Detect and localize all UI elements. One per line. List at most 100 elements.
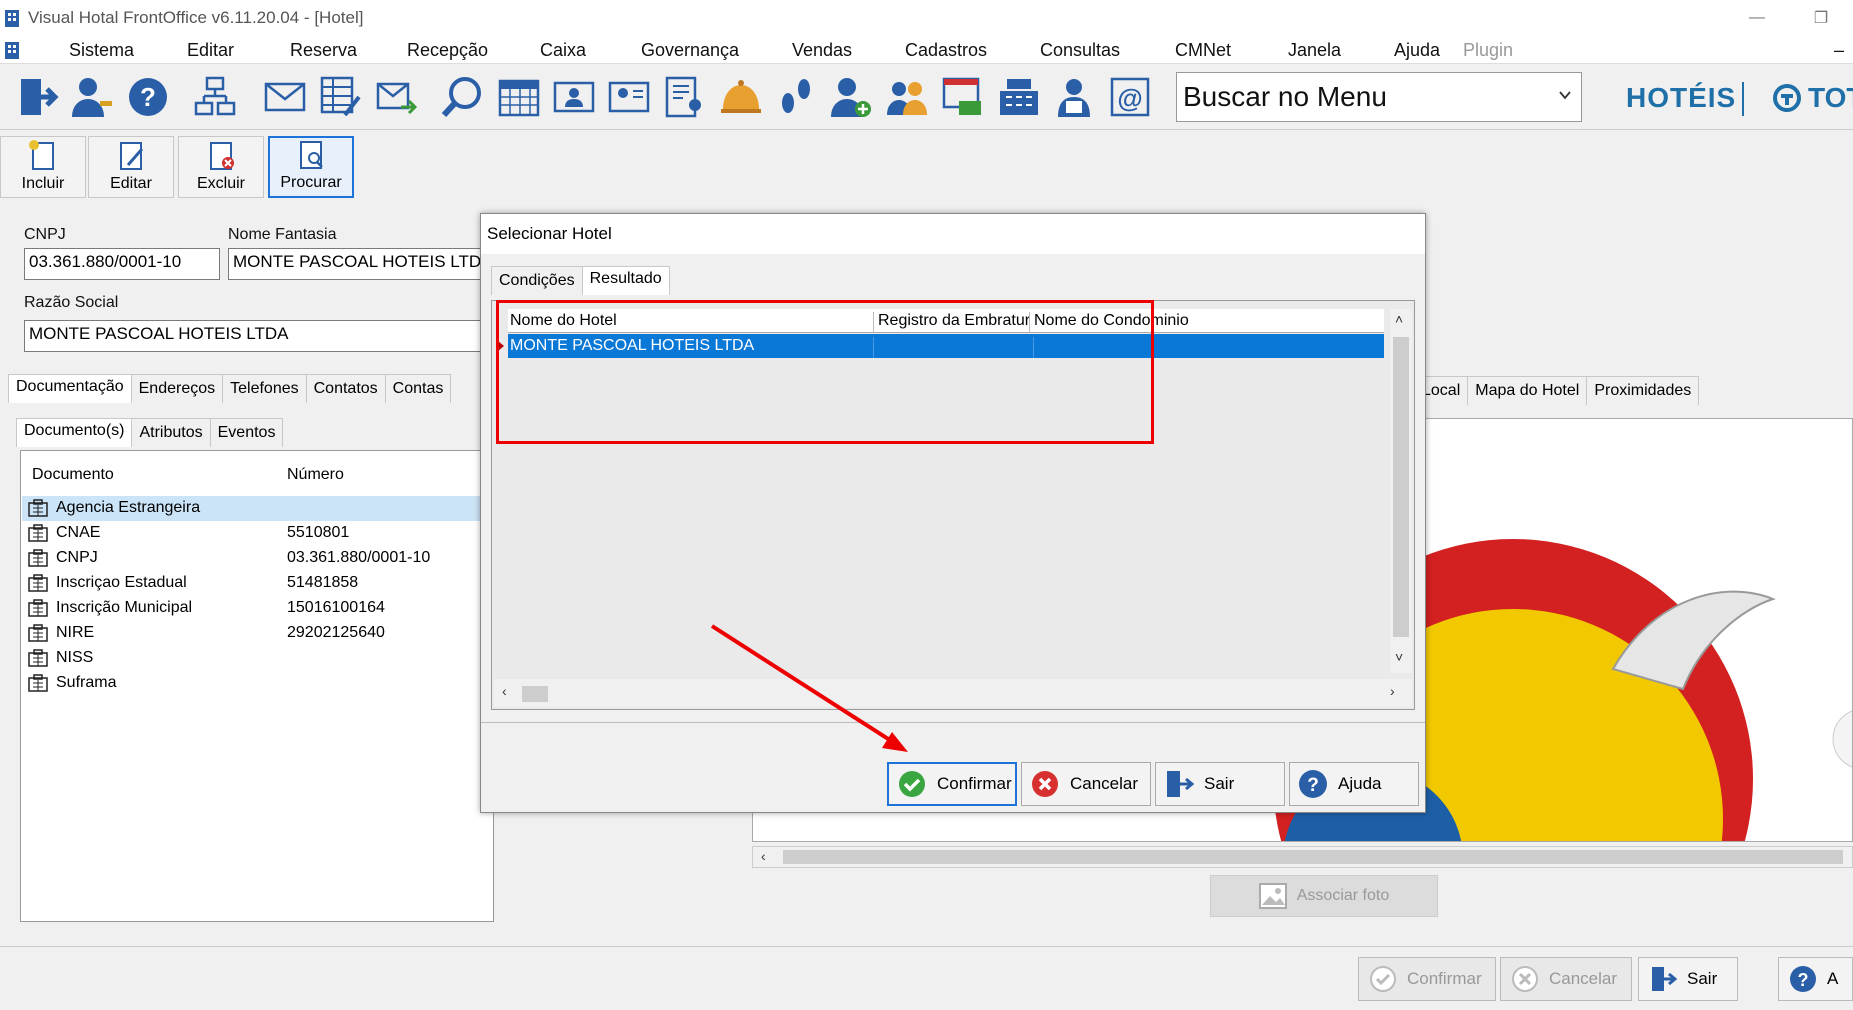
menu-reserva[interactable]: Reserva (290, 40, 357, 61)
nome-fantasia-field[interactable]: MONTE PASCOAL HOTEIS LTDA (228, 248, 482, 280)
edit-grid-tool-button[interactable] (316, 70, 366, 124)
dialog-cancelar-button[interactable]: Cancelar (1021, 762, 1151, 806)
photo-horizontal-scrollbar[interactable]: ‹ (752, 846, 1853, 868)
cash-register-tool-button[interactable] (994, 70, 1044, 124)
dialog-confirmar-button[interactable]: Confirmar (887, 762, 1017, 806)
menu-editar[interactable]: Editar (187, 40, 234, 61)
table-row[interactable]: CNPJ 03.361.880/0001-10 (22, 546, 496, 571)
scroll-thumb[interactable] (522, 686, 548, 702)
tab-enderecos[interactable]: Endereços (130, 374, 224, 403)
cancelar-button[interactable]: Cancelar (1500, 957, 1632, 1001)
cnpj-field[interactable]: 03.361.880/0001-10 (24, 248, 220, 280)
tab-eventos[interactable]: Eventos (209, 418, 284, 447)
sair-button[interactable]: Sair (1638, 957, 1738, 1001)
menu-governanca[interactable]: Governança (641, 40, 739, 61)
grid-horizontal-scrollbar[interactable]: ‹ › (494, 679, 1412, 707)
procurar-button[interactable]: Procurar (268, 136, 354, 198)
structure-tool-button[interactable] (190, 70, 240, 124)
annotation-highlight-box (496, 300, 1154, 444)
table-row[interactable]: NIRE 29202125640 (22, 621, 496, 646)
editar-button[interactable]: Editar (88, 136, 174, 198)
exit-door-icon (1167, 771, 1194, 797)
calendar-tool-button[interactable] (494, 70, 544, 124)
menu-sistema[interactable]: Sistema (69, 40, 134, 61)
col-documento[interactable]: Documento (32, 466, 114, 484)
scroll-left-icon[interactable]: ‹ (761, 848, 766, 864)
col-numero[interactable]: Número (287, 466, 344, 484)
tab-atributos[interactable]: Atributos (131, 418, 211, 447)
grid-vertical-scrollbar[interactable]: ˄ ˅ (1390, 309, 1412, 673)
help-tool-button[interactable]: ? (123, 70, 173, 124)
cancel-circle-icon (1032, 771, 1058, 797)
razao-social-field[interactable]: MONTE PASCOAL HOTEIS LTDA (24, 320, 482, 352)
scroll-left-icon[interactable]: ‹ (502, 683, 507, 699)
menu-consultas[interactable]: Consultas (1040, 40, 1120, 61)
documents-header: Documento Número (22, 460, 496, 492)
table-row[interactable]: Inscrição Municipal 15016100164 (22, 596, 496, 621)
mdi-close-button[interactable]: – (1834, 40, 1844, 61)
ajuda-button[interactable]: ? A (1778, 957, 1853, 1001)
menu-cmnet[interactable]: CMNet (1175, 40, 1231, 61)
email-tool-button[interactable]: @ (1105, 70, 1155, 124)
tab-resultado[interactable]: Resultado (581, 266, 670, 295)
tab-telefones[interactable]: Telefones (222, 374, 307, 403)
table-row[interactable]: Inscriçao Estadual 51481858 (22, 571, 496, 596)
document-name: NIRE (56, 624, 95, 641)
incluir-label: Incluir (21, 175, 65, 192)
document-number: 5510801 (287, 524, 350, 541)
menu-cadastros[interactable]: Cadastros (905, 40, 987, 61)
mail-send-icon (376, 82, 418, 115)
user-key-tool-button[interactable] (67, 70, 117, 124)
menu-janela[interactable]: Janela (1288, 40, 1341, 61)
table-row[interactable]: Suframa (22, 671, 496, 696)
totvs-brand-text: TOT (1808, 82, 1853, 113)
send-mail-tool-button[interactable] (372, 70, 422, 124)
guest-list-tool-button[interactable] (604, 70, 654, 124)
menu-caixa[interactable]: Caixa (540, 40, 586, 61)
menu-vendas[interactable]: Vendas (792, 40, 852, 61)
menu-search-combobox[interactable]: Buscar no Menu (1176, 72, 1582, 122)
staff-tool-button[interactable] (882, 70, 932, 124)
menu-ajuda[interactable]: Ajuda (1394, 40, 1440, 61)
tab-contas[interactable]: Contas (384, 374, 452, 403)
scroll-right-icon[interactable]: › (1390, 683, 1395, 699)
report-tool-button[interactable] (660, 70, 710, 124)
maid-tool-button[interactable] (1049, 70, 1099, 124)
footsteps-tool-button[interactable] (771, 70, 821, 124)
tab-documentos[interactable]: Documento(s) (16, 418, 133, 447)
tab-proximidades[interactable]: Proximidades (1586, 376, 1700, 405)
hotel-menu-icon[interactable] (2, 40, 22, 60)
billing-tool-button[interactable] (938, 70, 988, 124)
scroll-down-icon[interactable]: ˅ (1395, 649, 1403, 665)
minimize-button[interactable]: — (1725, 0, 1789, 36)
excluir-button[interactable]: Excluir (178, 136, 264, 198)
scroll-up-icon[interactable]: ˄ (1395, 311, 1403, 327)
menu-recepcao[interactable]: Recepção (407, 40, 488, 61)
add-user-tool-button[interactable] (826, 70, 876, 124)
dialog-ajuda-button[interactable]: ? Ajuda (1289, 762, 1419, 806)
guest-card-tool-button[interactable] (549, 70, 599, 124)
table-row[interactable]: Agencia Estrangeira (22, 496, 496, 521)
scroll-thumb[interactable] (1393, 337, 1409, 637)
bell-tool-button[interactable] (716, 70, 766, 124)
document-type-icon (28, 649, 48, 667)
dialog-ajuda-label: Ajuda (1338, 774, 1382, 793)
confirmar-button[interactable]: Confirmar (1358, 957, 1496, 1001)
table-row[interactable]: CNAE 5510801 (22, 521, 496, 546)
chevron-down-icon[interactable] (1557, 87, 1573, 103)
incluir-button[interactable]: Incluir (0, 136, 86, 198)
table-row[interactable]: NISS (22, 646, 496, 671)
tab-condicoes[interactable]: Condições (491, 266, 583, 295)
associar-foto-button[interactable]: Associar foto (1210, 875, 1438, 917)
scroll-thumb[interactable] (783, 850, 1843, 864)
tab-mapa-do-hotel[interactable]: Mapa do Hotel (1467, 376, 1588, 405)
mail-tool-button[interactable] (260, 70, 310, 124)
search-tool-button[interactable] (438, 70, 488, 124)
dialog-sair-button[interactable]: Sair (1155, 762, 1285, 806)
menu-plugin[interactable]: Plugin (1463, 40, 1513, 61)
document-type-icon (28, 624, 48, 642)
logout-tool-button[interactable] (12, 70, 62, 124)
tab-contatos[interactable]: Contatos (305, 374, 386, 403)
tab-documentacao[interactable]: Documentação (8, 374, 132, 403)
restore-button[interactable]: ❐ (1789, 0, 1853, 36)
